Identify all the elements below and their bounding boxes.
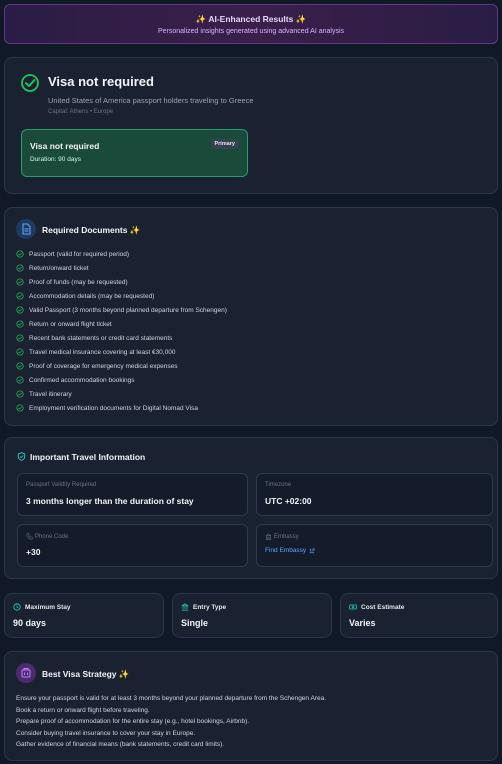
check-icon [16, 376, 24, 384]
visa-capital: Capital: Athens • Europe [48, 109, 114, 115]
cost-estimate-value: Varies [349, 618, 376, 628]
document-item-label: Proof of funds (may be requested) [29, 278, 128, 286]
check-icon [16, 292, 24, 300]
strategy-item: Prepare proof of accommodation for the e… [16, 718, 250, 725]
phone-code-box: Phone Code +30 [17, 524, 248, 567]
visa-description: United States of America passport holder… [48, 96, 254, 105]
strategy-item: Book a return or onward flight before tr… [16, 706, 150, 714]
strategy-item: Gather evidence of financial means (bank… [16, 741, 225, 748]
list-item: Accommodation details (may be requested) [16, 289, 227, 303]
check-circle-icon [21, 74, 39, 92]
timezone-label: Timezone [265, 482, 292, 488]
required-documents-list: Passport (valid for required period) Retu… [16, 247, 227, 415]
list-item: Return or onward flight ticket [16, 317, 227, 331]
building-icon [265, 533, 272, 540]
clock-icon [13, 603, 21, 611]
passport-validity-label: Passport Validity Required [26, 482, 97, 488]
sparkle-icon: ✨ [118, 669, 130, 679]
document-item-label: Return/onward ticket [29, 264, 89, 272]
entry-type-card: Entry Type Single [172, 593, 332, 638]
visa-strategy-list: Ensure your passport is valid for at lea… [16, 693, 326, 751]
sparkle-icon: ✨ [195, 14, 207, 24]
list-item: Proof of funds (may be requested) [16, 275, 227, 289]
primary-badge: Primary [210, 139, 239, 149]
check-icon [16, 390, 24, 398]
max-stay-card: Maximum Stay 90 days [4, 593, 164, 638]
shield-icon [17, 452, 26, 461]
list-item: Employment verification documents for Di… [16, 401, 227, 415]
embassy-label: Embassy [274, 533, 299, 540]
phone-icon [26, 533, 33, 540]
required-documents-title: Required Documents ✨ [42, 225, 141, 235]
strategy-item: Consider buying travel insurance to cove… [16, 729, 196, 737]
visa-option-title: Visa not required [30, 141, 100, 151]
entry-type-value: Single [181, 618, 209, 628]
check-icon [16, 362, 24, 370]
visa-option-duration: Duration: 90 days [30, 156, 81, 163]
ai-banner-subtitle: Personalized insights generated using ad… [157, 28, 344, 35]
ai-enhanced-banner: ✨ AI-Enhanced Results ✨ Personalized ins… [4, 4, 498, 44]
document-item-label: Travel itinerary [29, 390, 72, 398]
document-item-label: Return or onward flight ticket [29, 320, 112, 328]
timezone-value: UTC +02:00 [265, 496, 312, 506]
phone-code-label: Phone Code [35, 533, 69, 540]
document-item-label: Employment verification documents for Di… [29, 404, 198, 412]
sparkle-icon: ✨ [129, 225, 141, 235]
document-item-label: Recent bank statements or credit card st… [29, 334, 173, 342]
passport-validity-value: 3 months longer than the duration of sta… [26, 496, 194, 506]
timezone-box: Timezone UTC +02:00 [256, 473, 493, 516]
visa-option-card[interactable]: Visa not required Duration: 90 days Prim… [21, 129, 248, 177]
entry-type-label: Entry Type [193, 603, 227, 611]
document-item-label: Valid Passport (3 months beyond planned … [29, 306, 227, 314]
money-icon [349, 604, 357, 610]
visa-status-title: Visa not required [48, 74, 154, 89]
document-item-label: Proof of coverage for emergency medical … [29, 362, 178, 370]
check-icon [16, 348, 24, 356]
list-item: Travel itinerary [16, 387, 227, 401]
check-icon [16, 334, 24, 342]
find-embassy-link[interactable]: Find Embassy [265, 547, 315, 554]
list-item: Confirmed accommodation bookings [16, 373, 227, 387]
visa-strategy-title: Best Visa Strategy ✨ [42, 669, 130, 679]
lightbulb-icon [16, 663, 36, 683]
document-icon [16, 219, 36, 239]
check-icon [16, 278, 24, 286]
external-link-icon [310, 548, 315, 553]
document-item-label: Passport (valid for required period) [29, 250, 130, 258]
cost-estimate-card: Cost Estimate Varies [340, 593, 498, 638]
document-item-label: Confirmed accommodation bookings [29, 376, 135, 384]
list-item: Passport (valid for required period) [16, 247, 227, 261]
max-stay-value: 90 days [13, 618, 47, 628]
ai-banner-title: ✨ AI-Enhanced Results ✨ [195, 14, 307, 24]
columns-icon [181, 603, 189, 611]
embassy-box: Embassy Find Embassy [256, 524, 493, 567]
cost-estimate-label: Cost Estimate [361, 603, 405, 611]
strategy-item: Ensure your passport is valid for at lea… [16, 695, 327, 702]
passport-validity-box: Passport Validity Required 3 months long… [17, 473, 248, 516]
document-item-label: Travel medical insurance covering at lea… [29, 348, 176, 356]
sparkle-icon: ✨ [295, 14, 307, 24]
list-item: Return/onward ticket [16, 261, 227, 275]
check-icon [16, 320, 24, 328]
list-item: Travel medical insurance covering at lea… [16, 345, 227, 359]
check-icon [16, 404, 24, 412]
check-icon [16, 250, 24, 258]
phone-code-value: +30 [26, 547, 41, 557]
list-item: Proof of coverage for emergency medical … [16, 359, 227, 373]
list-item: Recent bank statements or credit card st… [16, 331, 227, 345]
max-stay-label: Maximum Stay [25, 603, 71, 611]
check-icon [16, 306, 24, 314]
document-item-label: Accommodation details (may be requested) [29, 292, 155, 300]
check-icon [16, 264, 24, 272]
travel-info-title: Important Travel Information [30, 452, 146, 462]
list-item: Valid Passport (3 months beyond planned … [16, 303, 227, 317]
